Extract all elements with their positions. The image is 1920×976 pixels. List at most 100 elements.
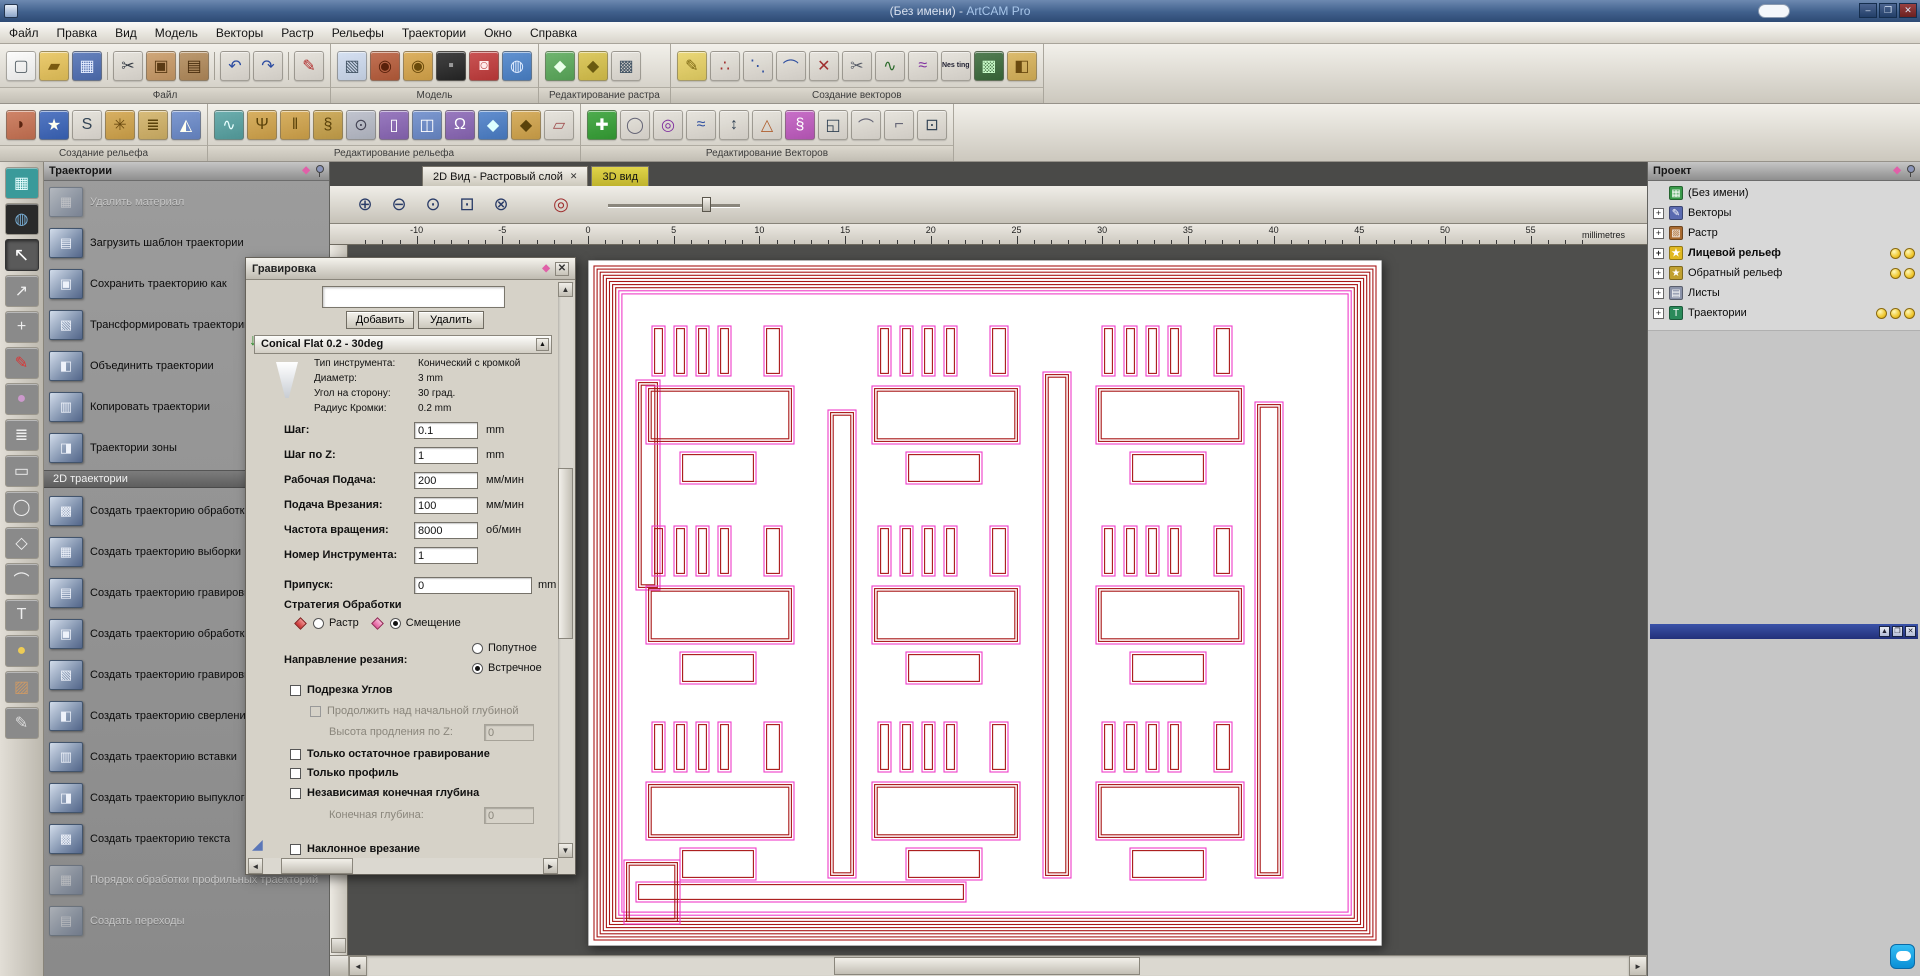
rectangle-tool-icon[interactable]: ▭ — [4, 455, 39, 487]
tree-node-2[interactable]: + ▨ Растр — [1648, 223, 1920, 243]
snapshot-icon[interactable]: ◎ — [546, 190, 576, 220]
link-colors-icon[interactable]: ▩ — [611, 50, 641, 81]
checkbox[interactable] — [290, 767, 301, 779]
paint-ball-icon[interactable]: ● — [4, 383, 39, 415]
param-input[interactable] — [414, 547, 478, 564]
measure-z-icon[interactable]: ↕ — [719, 109, 749, 140]
close-button[interactable]: ✕ — [1899, 3, 1917, 18]
tree-node-5[interactable]: + ▤ Листы — [1648, 283, 1920, 303]
tool-header[interactable]: Conical Flat 0.2 - 30deg ▲ — [254, 335, 552, 354]
checkbox[interactable] — [290, 748, 301, 760]
scroll-up-arrow-icon[interactable]: ▲ — [558, 282, 573, 297]
menu-file[interactable]: Файл — [0, 23, 48, 43]
view-tab-3d[interactable]: 3D вид — [591, 166, 649, 186]
scrollbar-track[interactable] — [367, 956, 1629, 976]
texture-relief-icon[interactable]: ★ — [39, 109, 69, 140]
eraser-icon[interactable]: ▱ — [544, 109, 574, 140]
checkbox[interactable] — [290, 843, 301, 855]
layers-icon[interactable]: ≣ — [4, 419, 39, 451]
visibility-bulb-icon[interactable] — [1890, 267, 1901, 279]
greyscale-view-icon[interactable]: ▧ — [337, 50, 367, 81]
dialog-close-icon[interactable]: ✕ — [555, 261, 569, 276]
menu-window[interactable]: Окно — [475, 23, 521, 43]
zoom-slider[interactable] — [608, 196, 740, 214]
collapsed-panel-bar[interactable]: ▲ ❐ ✕ — [1650, 624, 1918, 639]
tree-expander-icon[interactable]: + — [1653, 267, 1664, 279]
carve-knife-icon[interactable]: ✎ — [4, 707, 39, 739]
scrollbar-thumb[interactable] — [834, 957, 1140, 975]
polygon-tool-icon[interactable]: ◇ — [4, 527, 39, 559]
canvas-horizontal-scrollbar[interactable]: ◄ ► — [330, 955, 1647, 976]
menu-view[interactable]: Вид — [106, 23, 146, 43]
world-icon[interactable]: ◍ — [4, 203, 39, 235]
zoom-last-icon[interactable]: ⊗ — [486, 190, 516, 220]
visibility-bulb-icon[interactable] — [1890, 307, 1901, 319]
node-cursor-icon[interactable]: ↗ — [4, 275, 39, 307]
cut-icon[interactable]: ✂ — [113, 50, 143, 81]
strategy-radio-2[interactable] — [389, 617, 401, 629]
wave-vectors-icon[interactable]: ≈ — [686, 109, 716, 140]
offset-vector-icon[interactable]: ◎ — [653, 109, 683, 140]
new-model-icon[interactable]: ▢ — [6, 50, 36, 81]
knife-icon[interactable]: ✂ — [841, 50, 872, 81]
strategy-radio-1[interactable] — [313, 617, 324, 629]
text-tool-icon[interactable]: T — [4, 599, 39, 631]
param-input[interactable] — [414, 522, 478, 539]
bitmap-to-vector-icon[interactable]: ▩ — [973, 50, 1004, 81]
model-chip-icon[interactable]: ▦ — [4, 167, 39, 199]
tree-node-4[interactable]: + ★ Обратный рельеф — [1648, 263, 1920, 283]
minimize-button[interactable]: – — [1859, 3, 1877, 18]
dialog-vertical-scrollbar[interactable]: ▲ ▼ — [558, 282, 574, 858]
visibility-bulb-icon[interactable] — [1904, 247, 1915, 259]
menu-bitmap[interactable]: Растр — [272, 23, 322, 43]
relief-red-icon[interactable]: ◉ — [370, 50, 400, 81]
tree-node-0[interactable]: +▦(Без имени) — [1648, 183, 1920, 203]
add-node-icon[interactable]: ✚ — [587, 109, 617, 140]
copy-icon[interactable]: ▣ — [146, 50, 176, 81]
allowance-input[interactable] — [414, 577, 532, 594]
menu-model[interactable]: Модель — [146, 23, 207, 43]
trim-vector-icon[interactable]: ✕ — [808, 50, 839, 81]
gem-icon[interactable]: ◆ — [478, 109, 508, 140]
tree-expander-icon[interactable]: + — [1653, 227, 1664, 239]
collapse-tool-icon[interactable]: ▲ — [536, 338, 549, 351]
checkbox[interactable] — [290, 684, 301, 696]
visibility-bulb-icon[interactable] — [1876, 307, 1887, 319]
zoom-out-icon[interactable]: ⊖ — [384, 190, 414, 220]
visibility-bulb-icon[interactable] — [1904, 267, 1915, 279]
save-model-icon[interactable]: ▦ — [72, 50, 102, 81]
tree-node-6[interactable]: + Т Траектории — [1648, 303, 1920, 323]
node-editing-icon[interactable]: ⋱ — [742, 50, 773, 81]
fit-curves-icon[interactable]: ≈ — [907, 50, 938, 81]
select-cursor-icon[interactable]: ↖ — [4, 239, 39, 271]
param-input[interactable] — [414, 497, 478, 514]
chat-bubble-icon[interactable] — [1890, 944, 1915, 969]
undo-icon[interactable]: ↶ — [220, 50, 250, 81]
view-tab-2d[interactable]: 2D Вид - Растровый слой ✕ — [422, 166, 589, 186]
panel-bar-close-icon[interactable]: ✕ — [1905, 626, 1916, 637]
zoom-objects-icon[interactable]: ⊙ — [418, 190, 448, 220]
boolean-icon[interactable]: ◱ — [818, 109, 848, 140]
tree-expander-icon[interactable]: + — [1653, 247, 1664, 259]
tab-close-icon[interactable]: ✕ — [570, 171, 578, 182]
zoom-box-icon[interactable]: ⊡ — [452, 190, 482, 220]
relief-columns-icon[interactable]: ‖ — [280, 109, 310, 140]
panel-options-icon[interactable]: ◆ — [302, 166, 310, 176]
tree-expander-icon[interactable]: + — [1653, 307, 1664, 319]
paint-raster-icon[interactable]: ◆ — [578, 50, 608, 81]
menu-edit[interactable]: Правка — [48, 23, 107, 43]
extrude-icon[interactable]: ◭ — [171, 109, 201, 140]
param-input[interactable] — [414, 422, 478, 439]
relief-gold-icon[interactable]: ◉ — [403, 50, 433, 81]
ring-icon[interactable]: ◯ — [620, 109, 650, 140]
edit-vectors-icon[interactable]: ✎ — [294, 50, 324, 81]
trim-tool-icon[interactable]: ⌐ — [884, 109, 914, 140]
texture-bag-icon[interactable]: ▨ — [4, 671, 39, 703]
measure-pen-icon[interactable]: ✎ — [4, 347, 39, 379]
tree-expander-icon[interactable]: + — [1653, 207, 1664, 219]
scrollbar-thumb[interactable] — [558, 468, 573, 639]
droplet-tool-icon[interactable]: ● — [4, 635, 39, 667]
light-material-icon[interactable]: ◙ — [469, 50, 499, 81]
pillar-icon[interactable]: ▯ — [379, 109, 409, 140]
slider-thumb[interactable] — [701, 196, 711, 212]
